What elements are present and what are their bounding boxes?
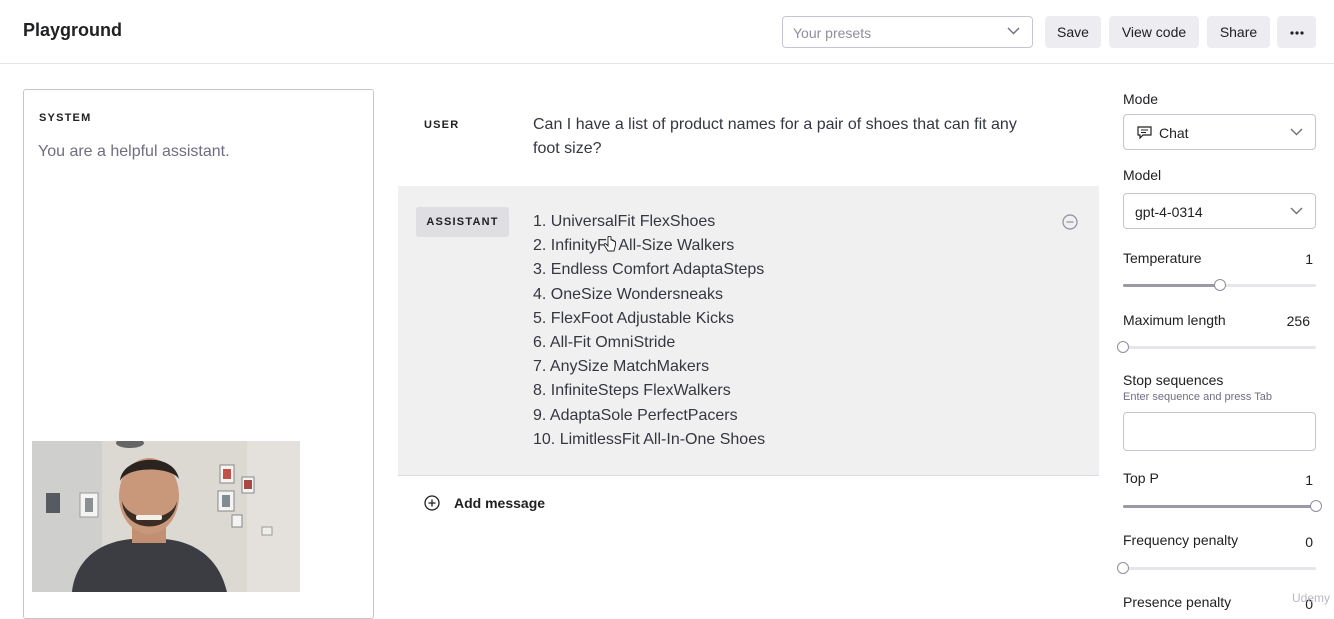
watermark-logo: Udemy [1291,591,1330,605]
list-item: 5. FlexFoot Adjustable Kicks [533,309,734,327]
mode-value: Chat [1159,125,1189,141]
list-item: 4. OneSize Wondersneaks [533,285,724,303]
frequency-penalty-label: Frequency penalty [1123,532,1239,548]
list-item: 2. InfinityFit All-Size Walkers [533,237,735,255]
top-p-label: Top P [1123,470,1159,486]
chevron-down-icon [1290,207,1303,215]
list-item: 6. All-Fit OmniStride [533,334,676,352]
webcam-overlay [32,441,300,592]
model-select[interactable]: gpt-4-0314 [1123,193,1316,229]
stop-sequences-label: Stop sequences [1123,372,1224,388]
list-item: 7. AnySize MatchMakers [533,358,710,376]
frequency-penalty-value[interactable]: 0 [1305,534,1313,550]
plus-circle-icon [424,495,440,511]
slider-thumb[interactable] [1310,500,1322,512]
slider-thumb[interactable] [1117,341,1129,353]
temperature-slider[interactable] [1123,279,1316,291]
temperature-label: Temperature [1123,250,1202,266]
mode-label: Mode [1123,91,1159,107]
chevron-down-icon [1007,27,1020,35]
mode-select[interactable]: Chat [1123,114,1316,150]
list-item: 1. UniversalFit FlexShoes [533,213,716,230]
system-prompt-input[interactable]: You are a helpful assistant. [38,143,230,161]
stop-sequences-hint: Enter sequence and press Tab [1123,391,1273,403]
presets-placeholder: Your presets [793,25,872,41]
slider-track [1123,346,1316,349]
user-message-text[interactable]: Can I have a list of product names for a… [533,113,1033,161]
presenter-video [32,441,300,592]
slider-track [1123,567,1316,570]
save-button[interactable]: Save [1045,16,1101,48]
chat-bubble-icon [1137,126,1152,139]
slider-fill [1123,505,1316,508]
top-p-slider[interactable] [1123,500,1322,512]
stop-sequences-input[interactable] [1123,412,1316,451]
max-length-value[interactable]: 256 [1287,313,1310,329]
chevron-down-icon [1290,128,1303,136]
page-title: Playground [23,20,123,40]
minus-circle-icon[interactable] [1062,214,1078,230]
list-item: 9. AdaptaSole PerfectPacers [533,406,738,424]
slider-thumb[interactable] [1213,279,1226,291]
presence-penalty-label: Presence penalty [1123,594,1232,610]
assistant-message[interactable]: ASSISTANT 1. UniversalFit FlexShoes 2. I… [398,186,1099,476]
list-item: 8. InfiniteSteps FlexWalkers [533,382,731,400]
model-value: gpt-4-0314 [1135,204,1203,220]
max-length-label: Maximum length [1123,312,1226,328]
user-message[interactable]: USER Can I have a list of product names … [398,100,1099,186]
settings-sidebar: Mode Chat Model gpt-4-0314 Temperature 1… [1117,0,1323,612]
assistant-role-label[interactable]: ASSISTANT [416,207,509,237]
list-item: 3. Endless Comfort AdaptaSteps [533,261,765,279]
max-length-slider[interactable] [1117,341,1316,353]
list-item: 10. LimitlessFit All-In-One Shoes [533,430,766,448]
model-label: Model [1123,167,1162,183]
temperature-value[interactable]: 1 [1305,251,1313,267]
user-role-label[interactable]: USER [424,119,459,131]
add-message-label: Add message [454,495,546,511]
top-p-value[interactable]: 1 [1305,472,1313,488]
slider-fill [1123,284,1220,287]
hand-cursor-icon [603,236,616,252]
presets-select[interactable]: Your presets [782,16,1033,48]
frequency-penalty-slider[interactable] [1117,562,1316,574]
system-label: SYSTEM [39,112,92,124]
assistant-message-text[interactable]: 1. UniversalFit FlexShoes 2. InfinityFit… [533,210,765,452]
slider-thumb[interactable] [1117,562,1129,574]
